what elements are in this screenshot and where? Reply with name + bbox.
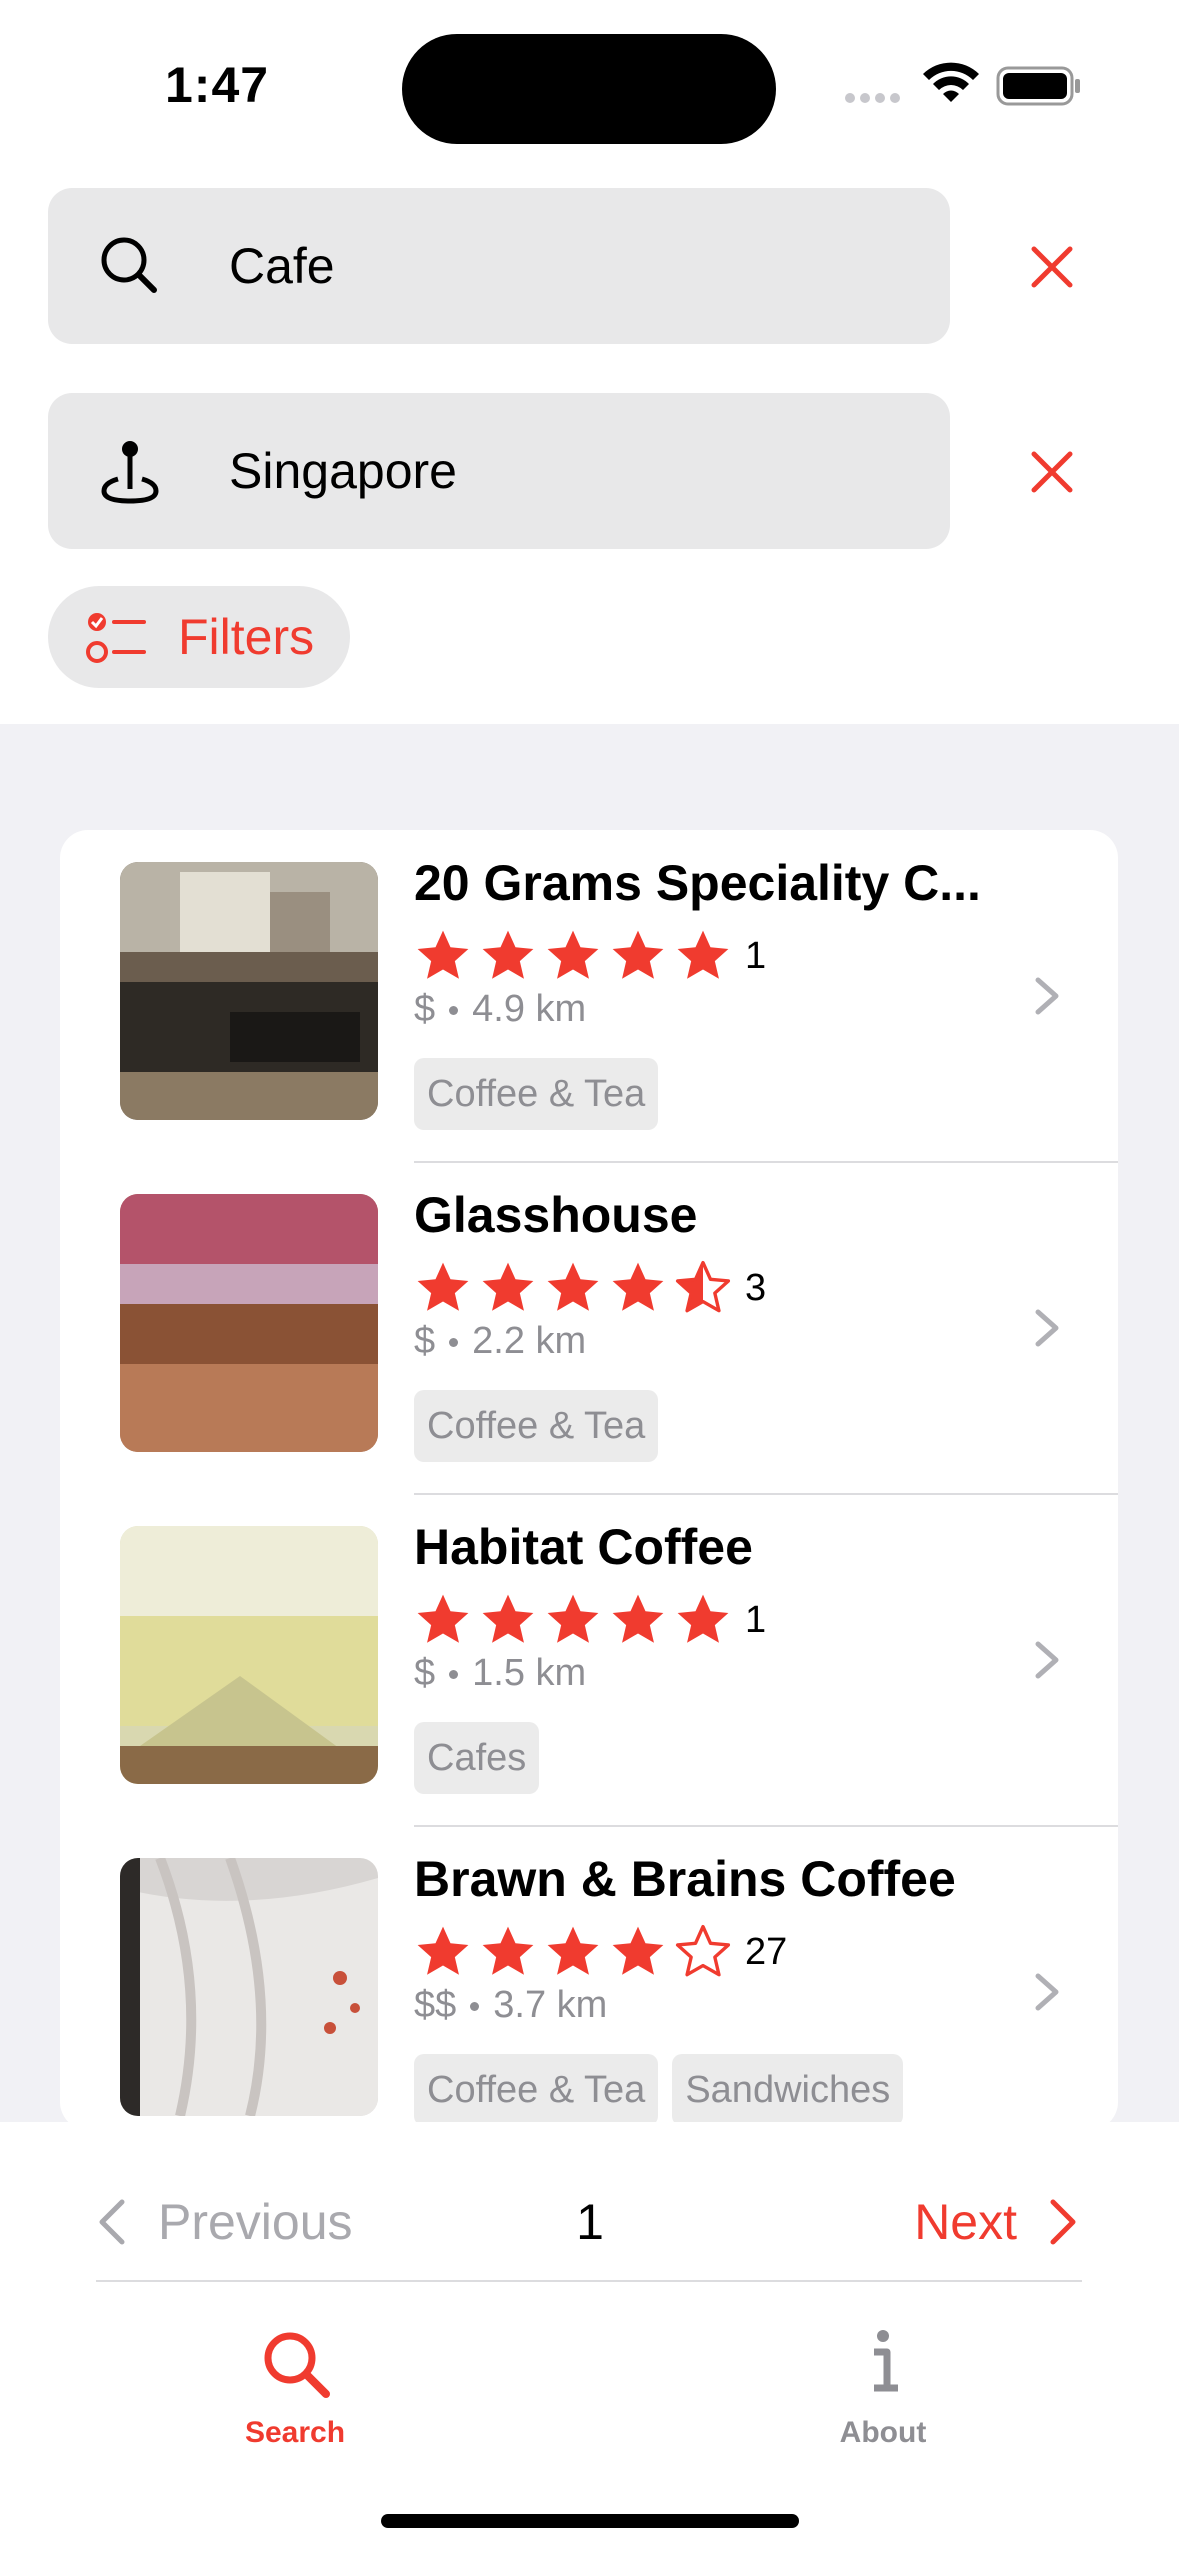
filters-label: Filters <box>178 609 315 665</box>
category-tags: Coffee & Tea <box>414 1390 672 1462</box>
category-tags: Coffee & Tea <box>414 1058 672 1130</box>
previous-label: Previous <box>158 2194 353 2250</box>
review-count: 1 <box>745 934 767 977</box>
star-full-icon <box>482 1926 534 1975</box>
location-pin-icon <box>101 441 159 504</box>
business-name: Glasshouse <box>414 1187 698 1243</box>
tab-label: About <box>839 2416 927 2449</box>
chevron-right-icon <box>1035 1973 1059 2011</box>
star-empty-icon <box>675 1924 731 1977</box>
star-full-icon <box>482 930 534 979</box>
price-level: $ <box>414 1652 436 1694</box>
chevron-right-icon <box>1035 1309 1059 1347</box>
star-full-icon <box>677 930 729 979</box>
battery-icon <box>996 66 1080 106</box>
star-full-icon <box>612 930 664 979</box>
clear-location-button[interactable] <box>1020 440 1084 504</box>
price-distance: $1.5 km <box>414 1652 586 1695</box>
business-name: Brawn & Brains Coffee <box>414 1851 956 1907</box>
star-full-icon <box>612 1262 664 1311</box>
star-full-icon <box>417 1926 469 1975</box>
tab-search[interactable]: Search <box>165 2322 425 2450</box>
chevron-right-icon <box>1050 2199 1076 2245</box>
star-full-icon <box>547 1262 599 1311</box>
business-name: Habitat Coffee <box>414 1519 753 1575</box>
list-item[interactable]: Glasshouse 3 $2.2 km Coffee & Tea <box>60 1162 1118 1494</box>
star-full-icon <box>417 930 469 979</box>
star-full-icon <box>417 1594 469 1643</box>
star-full-icon <box>677 1594 729 1643</box>
category-tag: Coffee & Tea <box>414 1390 659 1462</box>
search-icon <box>264 2332 330 2398</box>
next-label: Next <box>914 2194 1017 2250</box>
distance: 4.9 km <box>472 988 587 1030</box>
next-page-button[interactable]: Next <box>914 2176 1083 2268</box>
search-query-value[interactable]: Cafe <box>229 188 335 344</box>
price-level: $$ <box>414 1984 457 2026</box>
list-item[interactable]: 20 Grams Speciality C... 1 $4.9 km Coffe… <box>60 830 1118 1162</box>
tab-about[interactable]: About <box>753 2322 1013 2450</box>
category-tags: Cafes <box>414 1722 553 1794</box>
tab-label: Search <box>244 2416 346 2449</box>
business-photo <box>120 862 378 1120</box>
price-level: $ <box>414 988 436 1030</box>
chevron-right-icon <box>1035 977 1059 1015</box>
previous-page-button[interactable]: Previous <box>92 2176 353 2268</box>
list-item[interactable]: Habitat Coffee 1 $1.5 km Cafes <box>60 1494 1118 1826</box>
clear-query-button[interactable] <box>1020 235 1084 299</box>
status-bar: 1:47 <box>0 0 1179 170</box>
distance: 3.7 km <box>493 1984 608 2026</box>
star-full-icon <box>612 1594 664 1643</box>
rating-stars: 1 <box>414 928 766 984</box>
price-distance: $2.2 km <box>414 1320 586 1363</box>
star-full-icon <box>417 1262 469 1311</box>
current-page: 1 <box>576 2194 604 2250</box>
cellular-signal-icon <box>845 90 905 108</box>
business-photo <box>120 1526 378 1784</box>
star-full-icon <box>547 1594 599 1643</box>
star-full-icon <box>612 1926 664 1975</box>
review-count: 27 <box>745 1930 788 1973</box>
business-name: 20 Grams Speciality C... <box>414 855 981 911</box>
rating-stars: 27 <box>414 1924 787 1980</box>
info-icon <box>874 2330 898 2392</box>
rating-stars: 3 <box>414 1260 766 1316</box>
star-half-icon <box>675 1260 731 1313</box>
list-item[interactable]: Brawn & Brains Coffee 27 $$ 3.7 km Coffee… <box>60 1826 1118 2130</box>
bottom-bar: Previous 1 Next Search About <box>0 2122 1179 2556</box>
category-tag: Cafes <box>414 1722 540 1794</box>
search-query-field[interactable]: Cafe <box>48 188 950 344</box>
price-distance: $$ 3.7 km <box>414 1984 607 2027</box>
filter-checklist-icon <box>86 613 146 663</box>
star-full-icon <box>547 1926 599 1975</box>
review-count: 1 <box>745 1598 767 1641</box>
dynamic-island <box>402 34 776 144</box>
star-full-icon <box>547 930 599 979</box>
home-indicator <box>381 2514 799 2528</box>
business-photo <box>120 1858 378 2116</box>
price-distance: $4.9 km <box>414 988 586 1031</box>
location-value[interactable]: Singapore <box>229 393 457 549</box>
price-level: $ <box>414 1320 436 1362</box>
category-tags: Coffee & Tea Sandwiches <box>414 2054 917 2126</box>
chevron-left-icon <box>99 2199 125 2245</box>
tab-bar-divider <box>96 2280 1082 2282</box>
category-tag: Coffee & Tea <box>414 1058 659 1130</box>
distance: 1.5 km <box>472 1652 587 1694</box>
category-tag: Coffee & Tea <box>414 2054 659 2126</box>
wifi-icon <box>923 62 979 102</box>
status-time: 1:47 <box>165 57 270 113</box>
results-list: 20 Grams Speciality C... 1 $4.9 km Coffe… <box>60 830 1118 2130</box>
filters-button[interactable]: Filters <box>48 586 350 688</box>
location-field[interactable]: Singapore <box>48 393 950 549</box>
chevron-right-icon <box>1035 1641 1059 1679</box>
review-count: 3 <box>745 1266 767 1309</box>
business-photo <box>120 1194 378 1452</box>
star-full-icon <box>482 1594 534 1643</box>
search-icon <box>101 237 157 293</box>
category-tag: Sandwiches <box>672 2054 904 2126</box>
star-full-icon <box>482 1262 534 1311</box>
distance: 2.2 km <box>472 1320 587 1362</box>
rating-stars: 1 <box>414 1592 766 1648</box>
